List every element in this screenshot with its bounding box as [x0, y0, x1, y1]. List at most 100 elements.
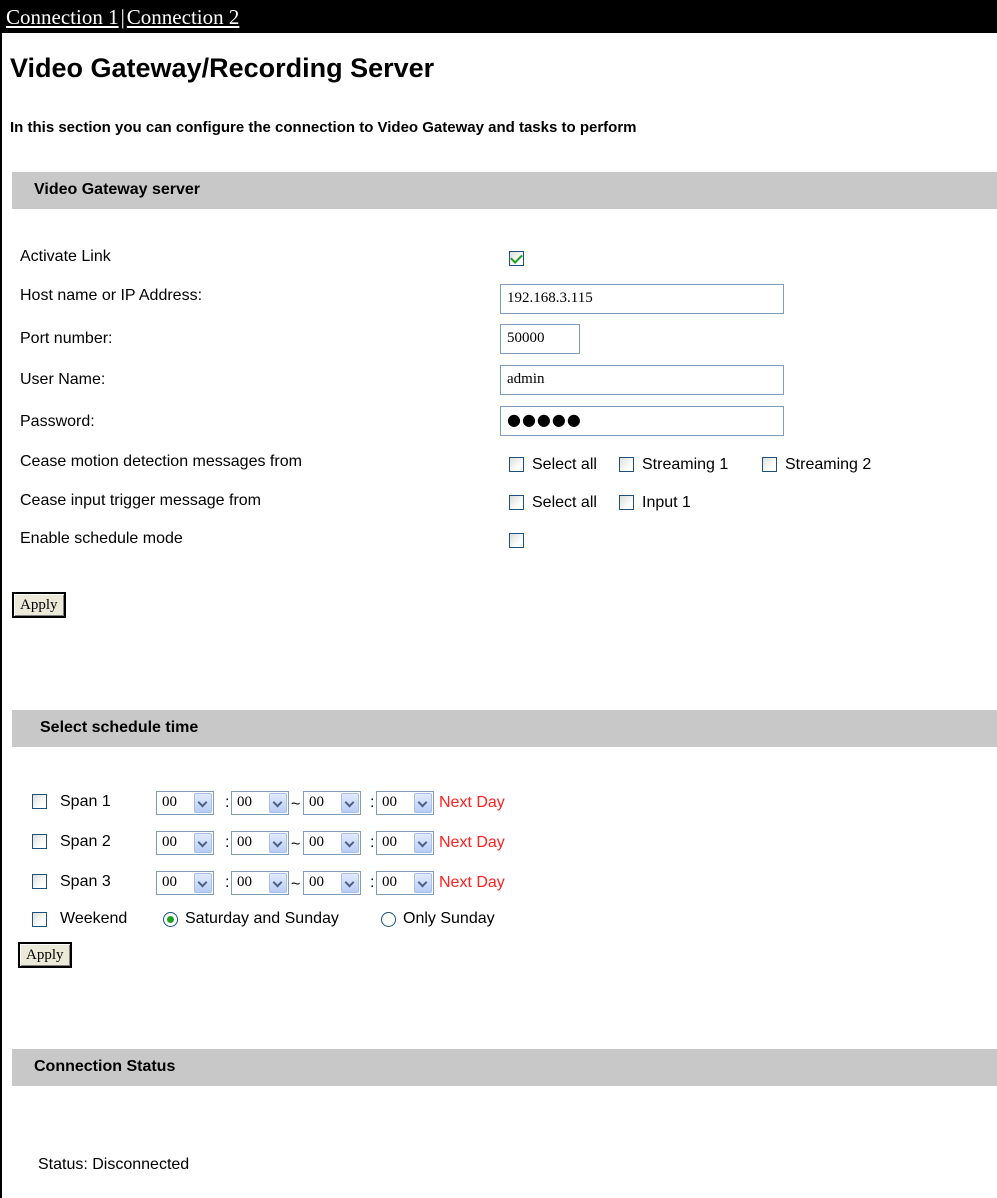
- span-3-colon-2: :: [370, 874, 375, 891]
- activate-link-checkbox[interactable]: [509, 251, 524, 266]
- span-1-end-minute-select[interactable]: 00: [376, 791, 434, 815]
- chevron-down-icon[interactable]: [194, 833, 212, 853]
- gateway-section-title: Video Gateway server: [34, 181, 201, 198]
- chevron-down-icon[interactable]: [341, 833, 359, 853]
- span-1-end-minute-value: 00: [382, 794, 397, 810]
- span-1-next-day-label: Next Day: [439, 794, 505, 811]
- span-2-end-minute-select[interactable]: 00: [376, 831, 434, 855]
- host-input[interactable]: 192.168.3.115: [500, 284, 784, 314]
- weekend-checkbox[interactable]: [32, 912, 47, 927]
- span-2-label: Span 2: [60, 833, 111, 850]
- only-sunday-label: Only Sunday: [403, 910, 495, 927]
- span-2-next-day-label: Next Day: [439, 834, 505, 851]
- saturday-sunday-label: Saturday and Sunday: [185, 910, 339, 927]
- chevron-down-icon[interactable]: [269, 833, 287, 853]
- span-1-start-hour-value: 00: [162, 794, 177, 810]
- span-2-checkbox[interactable]: [32, 834, 47, 849]
- input-trigger-label: Cease input trigger message from: [20, 492, 261, 509]
- page-title: Video Gateway/Recording Server: [10, 53, 435, 83]
- motion-streaming-2-checkbox[interactable]: [762, 457, 777, 472]
- span-2-start-minute-select[interactable]: 00: [231, 831, 289, 855]
- saturday-sunday-radio[interactable]: [163, 912, 178, 927]
- username-input[interactable]: admin: [500, 365, 784, 395]
- chevron-down-icon[interactable]: [414, 873, 432, 893]
- span-2-colon-1: :: [225, 834, 230, 851]
- motion-detection-label: Cease motion detection messages from: [20, 453, 302, 470]
- span-2-end-hour-select[interactable]: 00: [303, 831, 361, 855]
- span-1-tilde: ~: [291, 796, 301, 813]
- port-label: Port number:: [20, 330, 113, 347]
- span-3-start-hour-select[interactable]: 00: [156, 871, 214, 895]
- schedule-apply-button[interactable]: Apply: [18, 942, 72, 968]
- password-input[interactable]: ●●●●●: [500, 406, 784, 436]
- span-3-tilde: ~: [291, 876, 301, 893]
- chevron-down-icon[interactable]: [414, 793, 432, 813]
- schedule-mode-label: Enable schedule mode: [20, 530, 183, 547]
- status-section-title: Connection Status: [34, 1058, 176, 1075]
- input-select-all-checkbox[interactable]: [509, 495, 524, 510]
- span-2-colon-2: :: [370, 834, 375, 851]
- span-3-start-minute-select[interactable]: 00: [231, 871, 289, 895]
- schedule-mode-checkbox[interactable]: [509, 533, 524, 548]
- status-section-header: Connection Status: [12, 1049, 997, 1086]
- gateway-section-header: Video Gateway server: [12, 172, 997, 209]
- connection-nav-bar: Connection 1|Connection 2: [0, 0, 997, 33]
- only-sunday-radio[interactable]: [381, 912, 396, 927]
- span-1-checkbox[interactable]: [32, 794, 47, 809]
- span-2-start-hour-select[interactable]: 00: [156, 831, 214, 855]
- span-1-start-minute-value: 00: [237, 794, 252, 810]
- port-input[interactable]: 50000: [500, 324, 580, 354]
- span-3-colon-1: :: [225, 874, 230, 891]
- span-3-start-hour-value: 00: [162, 874, 177, 890]
- motion-streaming-2-label: Streaming 2: [785, 456, 872, 473]
- chevron-down-icon[interactable]: [269, 793, 287, 813]
- weekend-label: Weekend: [60, 910, 128, 927]
- connection-1-link[interactable]: Connection 1: [6, 5, 119, 29]
- span-1-end-hour-value: 00: [309, 794, 324, 810]
- span-1-label: Span 1: [60, 793, 111, 810]
- span-2-end-hour-value: 00: [309, 834, 324, 850]
- connection-links: Connection 1|Connection 2: [6, 5, 239, 30]
- span-3-end-hour-select[interactable]: 00: [303, 871, 361, 895]
- gateway-apply-button[interactable]: Apply: [12, 592, 66, 618]
- span-1-colon-2: :: [370, 794, 375, 811]
- span-3-label: Span 3: [60, 873, 111, 890]
- span-1-colon-1: :: [225, 794, 230, 811]
- input-1-label: Input 1: [642, 494, 691, 511]
- motion-select-all-checkbox[interactable]: [509, 457, 524, 472]
- span-3-next-day-label: Next Day: [439, 874, 505, 891]
- span-2-end-minute-value: 00: [382, 834, 397, 850]
- host-label: Host name or IP Address:: [20, 287, 203, 304]
- username-label: User Name:: [20, 371, 106, 388]
- chevron-down-icon[interactable]: [341, 873, 359, 893]
- chevron-down-icon[interactable]: [341, 793, 359, 813]
- span-2-start-minute-value: 00: [237, 834, 252, 850]
- span-2-start-hour-value: 00: [162, 834, 177, 850]
- span-3-end-minute-select[interactable]: 00: [376, 871, 434, 895]
- motion-select-all-label: Select all: [532, 456, 597, 473]
- schedule-section-header: Select schedule time: [12, 710, 997, 747]
- chevron-down-icon[interactable]: [269, 873, 287, 893]
- chevron-down-icon[interactable]: [194, 873, 212, 893]
- span-3-checkbox[interactable]: [32, 874, 47, 889]
- input-select-all-label: Select all: [532, 494, 597, 511]
- span-1-end-hour-select[interactable]: 00: [303, 791, 361, 815]
- span-3-end-minute-value: 00: [382, 874, 397, 890]
- activate-link-label: Activate Link: [20, 248, 111, 265]
- page-description: In this section you can configure the co…: [10, 119, 637, 136]
- motion-streaming-1-label: Streaming 1: [642, 456, 729, 473]
- span-3-end-hour-value: 00: [309, 874, 324, 890]
- schedule-section-title: Select schedule time: [40, 719, 199, 736]
- connection-status-text: Status: Disconnected: [38, 1156, 190, 1173]
- span-1-start-hour-select[interactable]: 00: [156, 791, 214, 815]
- span-1-start-minute-select[interactable]: 00: [231, 791, 289, 815]
- chevron-down-icon[interactable]: [194, 793, 212, 813]
- span-2-tilde: ~: [291, 836, 301, 853]
- span-3-start-minute-value: 00: [237, 874, 252, 890]
- motion-streaming-1-checkbox[interactable]: [619, 457, 634, 472]
- chevron-down-icon[interactable]: [414, 833, 432, 853]
- connection-2-link[interactable]: Connection 2: [127, 5, 240, 29]
- input-1-checkbox[interactable]: [619, 495, 634, 510]
- nav-separator: |: [120, 5, 125, 29]
- password-label: Password:: [20, 413, 95, 430]
